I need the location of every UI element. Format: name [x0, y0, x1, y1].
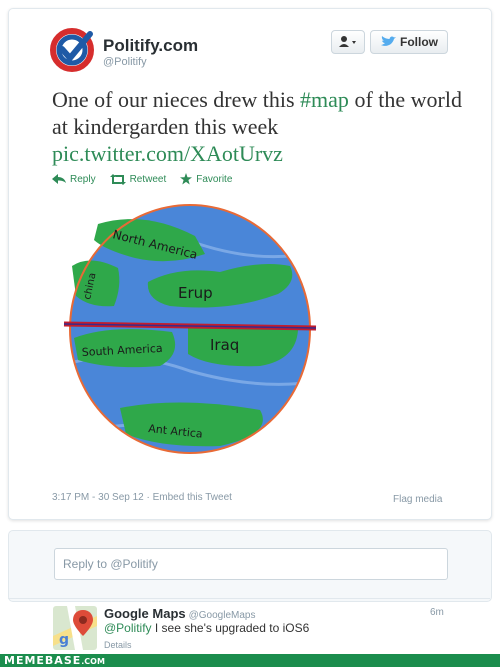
world-map-drawing[interactable]: North America china Erup South America I… — [60, 196, 320, 458]
reply-author: Google Maps @GoogleMaps — [104, 606, 255, 621]
reply-input[interactable] — [54, 548, 448, 580]
politify-avatar[interactable] — [50, 28, 94, 72]
reply-details-link[interactable]: Details — [104, 640, 132, 650]
tweet-actions: Reply Retweet Favorite — [52, 172, 232, 186]
pic-link[interactable]: pic.twitter.com/XAotUrvz — [52, 140, 472, 167]
favorite-action[interactable]: Favorite — [180, 173, 232, 185]
favorite-label: Favorite — [196, 173, 233, 185]
reply-mention-link[interactable]: @Politify — [104, 621, 152, 635]
watermark-text: MEMEBASE.COM — [4, 654, 105, 667]
divider — [8, 598, 490, 599]
embed-tweet-link[interactable]: Embed this Tweet — [153, 492, 232, 503]
reply-author-name[interactable]: Google Maps — [104, 606, 186, 621]
retweet-icon — [109, 173, 126, 185]
star-icon — [180, 173, 193, 185]
watermark-suffix: .COM — [81, 657, 105, 666]
reply-icon — [52, 174, 66, 184]
follow-button[interactable]: Follow — [370, 30, 448, 54]
reply-text-body: I see she's upgraded to iOS6 — [151, 621, 310, 635]
tweet-text: One of our nieces drew this #map of the … — [52, 86, 472, 167]
twitter-bird-icon — [381, 36, 396, 46]
hashtag-link[interactable]: #map — [300, 87, 349, 112]
author-name[interactable]: Politify.com — [103, 36, 198, 56]
reply-author-handle[interactable]: @GoogleMaps — [189, 610, 256, 621]
follow-label: Follow — [400, 35, 438, 49]
user-actions-button[interactable] — [331, 30, 365, 54]
tweet-meta: 3:17 PM - 30 Sep 12 · Embed this Tweet — [52, 492, 232, 503]
memebase-watermark: MEMEBASE.COM — [0, 654, 500, 667]
watermark-brand: MEMEBASE — [4, 654, 82, 667]
reply-box-area — [8, 530, 492, 602]
retweet-action[interactable]: Retweet — [109, 173, 167, 185]
author-handle[interactable]: @Politify — [103, 56, 147, 68]
google-maps-logo-mark: g — [59, 632, 69, 648]
erup-label: Erup — [178, 284, 213, 302]
tweet-timestamp[interactable]: 3:17 PM - 30 Sep 12 — [52, 492, 144, 503]
politify-logo-icon — [50, 28, 94, 72]
iraq-label: Iraq — [210, 336, 239, 354]
flag-media-link[interactable]: Flag media — [393, 494, 442, 505]
user-dropdown-icon — [339, 36, 356, 47]
reply-action[interactable]: Reply — [52, 174, 96, 185]
reply-text: @Politify I see she's upgraded to iOS6 — [104, 621, 309, 635]
reply-label: Reply — [70, 173, 96, 185]
google-maps-avatar[interactable]: g — [53, 606, 97, 650]
reply-timestamp[interactable]: 6m — [430, 607, 444, 618]
retweet-label: Retweet — [129, 173, 167, 185]
tweet-text-part1: One of our nieces drew this — [52, 87, 301, 112]
